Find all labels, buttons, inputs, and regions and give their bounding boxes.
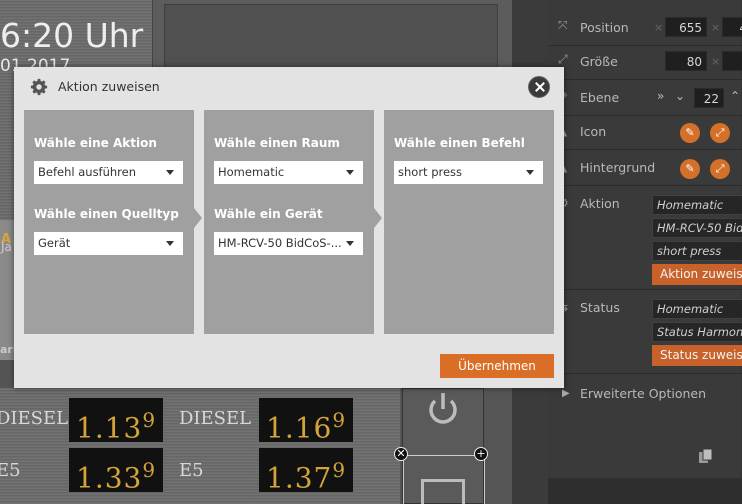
prop-status-label: Status	[580, 300, 620, 315]
prop-size-label: Größe	[580, 54, 618, 69]
prop-action: ⚙ Aktion Homematic HM-RCV-50 BidCoS shor…	[548, 188, 742, 290]
add-handle-icon[interactable]: +	[474, 447, 488, 461]
prop-status: ⇆ Status Homematic Status Harmony Status…	[548, 292, 742, 374]
chevron-down-icon[interactable]: ⌄	[675, 89, 685, 103]
delete-handle-icon[interactable]: ✕	[394, 447, 408, 461]
caret-down-icon	[346, 170, 354, 175]
expand-arrow-icon[interactable]: ▶	[562, 388, 570, 399]
advanced-options-toggle[interactable]: Erweiterte Optionen	[580, 386, 706, 401]
prop-position-label: Position	[580, 20, 629, 35]
action-field: Homematic	[652, 195, 742, 215]
fuel-price-value: 1.33	[76, 461, 143, 495]
size-height-input[interactable]	[722, 51, 742, 71]
source-type-select[interactable]: Gerät	[34, 232, 183, 255]
resize-icon: ⤢	[558, 52, 568, 66]
fuel-price-widget[interactable]: DIESEL 1.139 DIESEL 1.169 E5 1.339 E5 1.…	[0, 388, 400, 504]
prop-icon-label: Icon	[580, 124, 607, 139]
fuel-type-label: DIESEL	[0, 408, 69, 429]
action-field: short press	[652, 241, 742, 261]
assign-action-dialog: Aktion zuweisen Wähle eine Aktion Befehl…	[14, 67, 564, 388]
double-chevron-down-icon[interactable]: »	[657, 89, 664, 103]
size-width-input[interactable]: 80	[665, 51, 707, 71]
fuel-price-display: 1.169	[259, 398, 354, 445]
step-arrow-icon	[374, 208, 382, 228]
fuel-price-display: 1.339	[69, 448, 164, 495]
properties-panel: ⤧ Position × 655 × 4 ⤢ Größe 80 × ◈ Eben…	[548, 0, 742, 504]
gear-icon	[30, 78, 48, 96]
partial-text: Ja	[1, 240, 12, 254]
fuel-price-value: 1.13	[76, 411, 143, 445]
dialog-title: Aktion zuweisen	[58, 79, 160, 94]
device-select-value: HM-RCV-50 BidCoS-...	[218, 236, 342, 250]
widget-inner-shape	[421, 479, 465, 504]
edit-icon[interactable]: ✎	[680, 123, 700, 143]
apply-button[interactable]: Übernehmen	[440, 354, 554, 378]
clock-time: 6:20 Uhr	[0, 16, 144, 55]
fuel-type-label: E5	[179, 460, 204, 481]
action-select-value: Befehl ausführen	[38, 165, 137, 179]
action-field: HM-RCV-50 BidCoS	[652, 218, 742, 238]
fuel-price-superscript: 9	[332, 458, 347, 482]
device-label: Wähle ein Gerät	[214, 207, 323, 221]
prop-layer: ◈ Ebene » ⌄ 22 ⌃	[548, 82, 742, 116]
command-select-value: short press	[398, 165, 463, 179]
fuel-price-superscript: 9	[142, 408, 157, 432]
fuel-price-superscript: 9	[332, 408, 347, 432]
caret-down-icon	[166, 241, 174, 246]
chevron-up-icon[interactable]: ⌃	[730, 89, 740, 103]
caret-down-icon	[346, 241, 354, 246]
prop-background-label: Hintergrund	[580, 160, 656, 175]
expand-icon[interactable]: ⤢	[710, 159, 730, 179]
room-select-value: Homematic	[218, 165, 285, 179]
step-arrow-icon	[194, 208, 202, 228]
room-select[interactable]: Homematic	[214, 161, 363, 184]
prop-layer-label: Ebene	[580, 90, 620, 105]
source-type-label: Wähle einen Quelltyp	[34, 207, 179, 221]
copy-icon[interactable]	[698, 448, 714, 464]
move-icon: ⤧	[558, 18, 568, 32]
position-x-input[interactable]: 655	[665, 17, 707, 37]
x-separator-icon: ×	[654, 21, 664, 34]
prop-position: ⤧ Position × 655 × 4	[548, 12, 742, 46]
fuel-price-value: 1.16	[266, 411, 333, 445]
close-icon[interactable]	[528, 76, 550, 98]
screen-widget[interactable]	[164, 4, 498, 68]
expand-icon[interactable]: ⤢	[710, 123, 730, 143]
prop-size: ⤢ Größe 80 ×	[548, 46, 742, 80]
command-label: Wähle einen Befehl	[394, 136, 525, 150]
power-button-widget[interactable]	[402, 388, 485, 504]
power-icon[interactable]	[421, 389, 465, 429]
properties-list: ⤧ Position × 655 × 4 ⤢ Größe 80 × ◈ Eben…	[548, 0, 742, 478]
command-select[interactable]: short press	[394, 161, 543, 184]
status-field: Homematic	[652, 299, 742, 319]
device-select[interactable]: HM-RCV-50 BidCoS-...	[214, 232, 363, 255]
layer-input[interactable]: 22	[694, 88, 724, 108]
caret-down-icon	[526, 170, 534, 175]
x-separator-icon: ×	[711, 55, 721, 68]
action-label: Wähle eine Aktion	[34, 136, 157, 150]
fuel-price-display: 1.379	[259, 448, 354, 495]
action-select[interactable]: Befehl ausführen	[34, 161, 183, 184]
fuel-type-label: DIESEL	[179, 408, 252, 429]
fuel-price-superscript: 9	[142, 458, 157, 482]
status-field: Status Harmony	[652, 322, 742, 342]
prop-action-label: Aktion	[580, 196, 620, 211]
fuel-type-label: E5	[0, 460, 21, 481]
step-panel-room: Wähle einen Raum Homematic Wähle ein Ger…	[204, 110, 382, 334]
fuel-price-value: 1.37	[266, 461, 333, 495]
fuel-price-display: 1.139	[69, 398, 164, 445]
source-type-select-value: Gerät	[38, 236, 71, 250]
step-panel-action: Wähle eine Aktion Befehl ausführen Wähle…	[24, 110, 202, 334]
position-y-input[interactable]: 4	[722, 17, 742, 37]
step-panel-command: Wähle einen Befehl short press	[384, 110, 554, 334]
x-separator-icon: ×	[711, 21, 721, 34]
caret-down-icon	[166, 170, 174, 175]
assign-action-button[interactable]: Aktion zuweisen	[652, 264, 742, 285]
edit-icon[interactable]: ✎	[680, 159, 700, 179]
prop-background: ▲ Hintergrund ✎ ⤢	[548, 152, 742, 186]
assign-status-button[interactable]: Status zuweisen	[652, 345, 742, 366]
prop-icon: ▲ Icon ✎ ⤢	[548, 116, 742, 150]
room-label: Wähle einen Raum	[214, 136, 340, 150]
